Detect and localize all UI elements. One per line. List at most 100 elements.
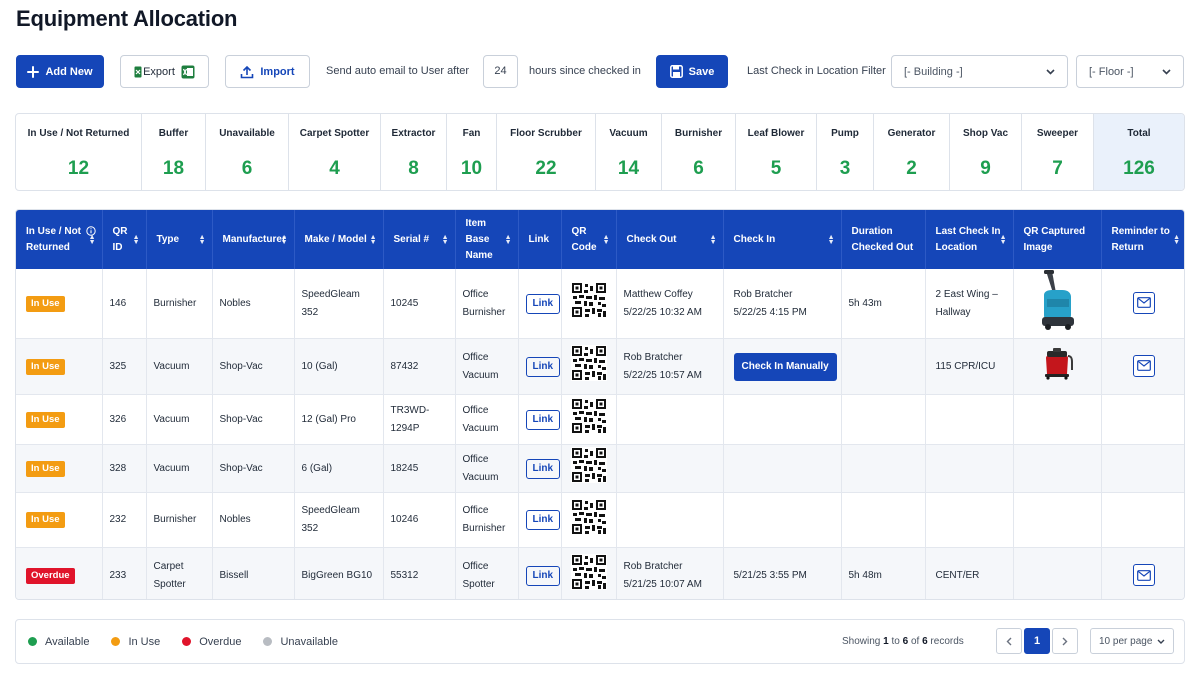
auto-email-hours-input[interactable]: 24 <box>483 55 518 88</box>
envelope-icon <box>1136 360 1151 372</box>
qr-code-icon <box>570 345 607 381</box>
status-badge: In Use <box>26 411 65 428</box>
column-header-label: Check In <box>733 233 776 245</box>
manufacturer-cell-text: Nobles <box>219 514 251 525</box>
summary-label: Generator <box>887 128 936 139</box>
manufacturer-cell-text: Shop-Vac <box>219 360 263 372</box>
serial-cell: 55312 <box>383 547 456 599</box>
summary-label: In Use / Not Returned <box>27 128 130 139</box>
model-cell-text: SpeedGleam 352 <box>301 505 360 534</box>
type-cell-text: Burnisher <box>153 514 197 525</box>
check-in-user: Rob Bratcher <box>733 288 793 300</box>
send-reminder-button[interactable] <box>1132 291 1155 314</box>
showing-to-word: to <box>891 636 900 647</box>
status-dot-icon <box>182 637 192 646</box>
summary-value: 14 <box>617 158 640 179</box>
column-header[interactable]: Type ▲ ▼ <box>146 210 213 269</box>
import-button[interactable]: Import <box>225 55 310 88</box>
equipment-table: In Use / Not Returned ▲ ▼ QR ID ▲ ▼ Type ▲ ▼ Manu… <box>15 209 1185 600</box>
sort-icon: ▲ ▼ <box>504 233 512 246</box>
column-header[interactable]: Make / Model ▲ ▼ <box>294 210 384 269</box>
send-reminder-button[interactable] <box>1132 354 1155 377</box>
prev-page-button[interactable] <box>996 628 1022 654</box>
showing-of-word: of <box>910 636 920 647</box>
item-link-button[interactable]: Link <box>525 356 561 377</box>
floor-select[interactable]: [- Floor -] <box>1076 55 1184 88</box>
captured-image-cell <box>1013 394 1102 445</box>
chevron-down-icon <box>1157 639 1165 644</box>
column-header[interactable]: Reminder to Return ▲ ▼ <box>1101 210 1184 269</box>
table-row[interactable]: In Use 325 Vacuum Shop-Vac 10 (Gal) 87432 Offi… <box>16 338 1184 395</box>
status-badge: In Use <box>26 460 65 477</box>
model-cell-text: 6 (Gal) <box>301 462 333 474</box>
column-header-label: Check Out <box>626 233 677 245</box>
column-header[interactable]: QR Code ▲ ▼ <box>561 210 617 269</box>
item-link-button[interactable]: Link <box>525 458 561 479</box>
summary-label: Vacuum <box>609 128 648 139</box>
qr-code-cell <box>561 547 617 599</box>
legend-label: Available <box>45 635 90 648</box>
column-header[interactable]: Check Out ▲ ▼ <box>616 210 724 269</box>
table-row[interactable]: In Use 146 Burnisher Nobles SpeedGleam 352 10… <box>16 269 1184 339</box>
check-in-manually-button[interactable]: Check In Manually <box>733 352 837 381</box>
serial-cell-text: 87432 <box>390 360 419 372</box>
table-row[interactable]: Overdue 233 Carpet Spotter Bissell BigGreen … <box>16 547 1184 599</box>
item-link-button[interactable]: Link <box>525 409 561 430</box>
per-page-select[interactable]: 10 per page <box>1090 628 1174 654</box>
column-header[interactable]: Last Check In Location ▲ ▼ <box>925 210 1014 269</box>
item-link-button[interactable]: Link <box>525 565 561 586</box>
export-button[interactable]: Export <box>120 55 209 88</box>
summary-value: 9 <box>980 158 991 179</box>
column-header[interactable]: QR ID ▲ ▼ <box>102 210 147 269</box>
qr-code-icon <box>570 447 607 483</box>
add-new-button[interactable]: Add New <box>16 55 104 88</box>
qr-id-cell: 232 <box>102 492 147 548</box>
qr-code-cell <box>561 269 617 339</box>
column-header[interactable]: Check In ▲ ▼ <box>723 210 842 269</box>
captured-image-cell <box>1013 492 1102 548</box>
status-cell: In Use <box>16 338 103 395</box>
serial-cell-text: 10245 <box>390 297 419 309</box>
table-row[interactable]: In Use 326 Vacuum Shop-Vac 12 (Gal) Pro TR3WD… <box>16 394 1184 445</box>
status-badge: In Use <box>26 358 65 375</box>
send-reminder-button[interactable] <box>1132 564 1155 586</box>
column-header[interactable]: In Use / Not Returned ▲ ▼ <box>16 210 103 269</box>
save-button[interactable]: Save <box>656 55 728 88</box>
link-cell: Link <box>518 492 562 548</box>
type-cell-text: Burnisher <box>153 297 197 309</box>
location-cell: CENT/ER <box>925 547 1014 599</box>
column-header-label: QR ID <box>112 225 128 253</box>
column-header[interactable]: QR Captured Image <box>1013 210 1102 269</box>
status-dot-icon <box>28 637 37 646</box>
floor-select-value: [- Floor -] <box>1089 65 1134 78</box>
check-out-user: Matthew Coffey <box>623 288 693 300</box>
column-header[interactable]: Item Base Name ▲ ▼ <box>455 210 519 269</box>
status-dot-icon <box>263 637 273 646</box>
building-select[interactable]: [- Building -] <box>891 55 1068 88</box>
check-in-time: 5/22/25 4:15 PM <box>733 306 807 318</box>
qr-id-cell-text: 232 <box>109 514 127 525</box>
table-row[interactable]: In Use 232 Burnisher Nobles SpeedGleam 352 10… <box>16 492 1184 548</box>
column-header[interactable]: Serial # ▲ ▼ <box>383 210 456 269</box>
item-link-button[interactable]: Link <box>525 510 561 530</box>
sort-icon: ▲ ▼ <box>602 233 610 246</box>
summary-value: 5 <box>770 158 782 179</box>
sort-icon: ▲ ▼ <box>1173 233 1180 246</box>
page-button-current[interactable]: 1 <box>1024 628 1050 654</box>
check-out-time: 5/21/25 10:07 AM <box>623 578 702 590</box>
column-header[interactable]: Manufacturer ▲ ▼ <box>212 210 295 269</box>
summary-label: Leaf Blower <box>747 128 805 139</box>
next-page-button[interactable] <box>1052 628 1078 654</box>
sort-icon: ▲ ▼ <box>198 233 206 246</box>
summary-cell-total: Total 126 <box>1094 114 1184 190</box>
base-name-cell: Office Vacuum <box>455 394 519 445</box>
check-out-time: 5/22/25 10:57 AM <box>623 369 702 381</box>
table-row[interactable]: In Use 328 Vacuum Shop-Vac 6 (Gal) 18245 Offic… <box>16 444 1184 493</box>
model-cell-text: 10 (Gal) <box>301 360 338 372</box>
column-header[interactable]: Link <box>518 210 562 269</box>
column-header[interactable]: Duration Checked Out <box>841 210 926 269</box>
manufacturer-cell: Shop-Vac <box>212 394 295 445</box>
summary-cell: Generator 2 <box>874 114 950 190</box>
location-cell-text: CENT/ER <box>935 569 980 581</box>
item-link-button[interactable]: Link <box>525 293 561 314</box>
